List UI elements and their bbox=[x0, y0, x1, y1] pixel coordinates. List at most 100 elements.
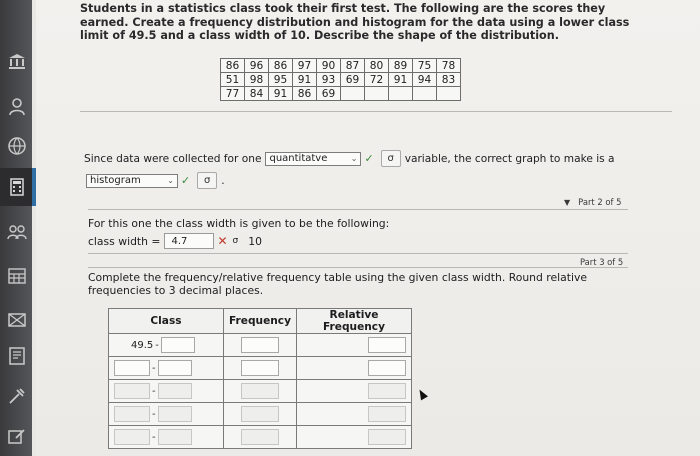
graph-type-row: histogram ⌄ ✓ σ . bbox=[86, 172, 225, 189]
table-row: 49.5 - bbox=[108, 333, 412, 357]
scores-row: 51 98 95 91 93 69 72 91 94 83 bbox=[220, 72, 461, 87]
part1-sentence: Since data were collected for one quanti… bbox=[84, 150, 615, 167]
part1-text-after: variable, the correct graph to make is a bbox=[404, 152, 615, 165]
frequency-input[interactable] bbox=[241, 406, 279, 422]
class-width-row: class width = 4.7 ✕ σ 10 bbox=[88, 233, 262, 249]
scores-row: 86 96 86 97 90 87 80 89 75 78 bbox=[220, 58, 461, 73]
check-icon: ✓ bbox=[364, 152, 374, 165]
score-cell: 94 bbox=[412, 72, 437, 87]
frequency-table: Class Frequency Relative Frequency 49.5 … bbox=[108, 308, 412, 449]
tools-icon[interactable] bbox=[6, 385, 28, 407]
frequency-input[interactable] bbox=[241, 429, 279, 445]
frequency-input[interactable] bbox=[241, 337, 279, 353]
part2-label[interactable]: ▼ Part 2 of 5 bbox=[564, 197, 621, 207]
score-cell: 72 bbox=[364, 72, 389, 87]
correct-answer: 10 bbox=[248, 234, 263, 248]
class-header: Class bbox=[108, 308, 224, 334]
relative-frequency-input[interactable] bbox=[368, 383, 406, 399]
relative-frequency-input[interactable] bbox=[368, 429, 406, 445]
scores-table: 86 96 86 97 90 87 80 89 75 78 51 98 95 91 93 69 72 91 94 83… bbox=[220, 58, 461, 101]
group-icon[interactable] bbox=[6, 222, 28, 244]
score-cell: 51 bbox=[220, 72, 245, 87]
grid-icon[interactable] bbox=[6, 265, 28, 287]
class-dash: - bbox=[155, 339, 159, 351]
calculator-icon[interactable] bbox=[6, 176, 28, 198]
score-cell: 80 bbox=[364, 58, 389, 73]
score-cell: 86 bbox=[292, 86, 317, 101]
mail-icon[interactable] bbox=[6, 309, 28, 331]
class-width-value: 4.7 bbox=[171, 235, 188, 247]
score-cell: 98 bbox=[244, 72, 269, 87]
part2-prompt: For this one the class width is given to… bbox=[88, 217, 390, 230]
period: . bbox=[221, 174, 225, 187]
score-cell bbox=[436, 86, 461, 101]
class-upper-input[interactable] bbox=[160, 337, 195, 353]
class-upper-input[interactable] bbox=[157, 429, 192, 445]
chevron-down-icon: ⌄ bbox=[167, 176, 174, 185]
variable-type-value: quantitatve bbox=[269, 153, 328, 164]
part1-text-before: Since data were collected for one bbox=[84, 152, 262, 165]
frequency-input[interactable] bbox=[241, 360, 279, 376]
score-cell: 84 bbox=[244, 86, 269, 101]
score-cell: 90 bbox=[316, 58, 341, 73]
score-cell: 69 bbox=[340, 72, 365, 87]
table-row: - bbox=[108, 425, 412, 449]
variable-type-select[interactable]: quantitatve ⌄ bbox=[265, 151, 362, 166]
incorrect-x-icon: ✕ bbox=[217, 234, 228, 248]
sigma-button[interactable]: σ bbox=[197, 172, 218, 189]
score-cell: 77 bbox=[220, 86, 245, 101]
class-upper-input[interactable] bbox=[157, 406, 192, 422]
class-lower-input[interactable] bbox=[114, 406, 150, 422]
score-cell bbox=[388, 86, 413, 101]
class-dash: - bbox=[152, 408, 156, 420]
score-cell: 91 bbox=[388, 72, 413, 87]
relative-frequency-input[interactable] bbox=[368, 406, 406, 422]
class-lower-input[interactable] bbox=[114, 360, 150, 376]
class-lower-input[interactable] bbox=[114, 429, 150, 445]
frequency-input[interactable] bbox=[241, 383, 279, 399]
class-dash: - bbox=[152, 362, 156, 374]
check-icon: ✓ bbox=[181, 174, 191, 187]
globe-icon[interactable] bbox=[6, 135, 28, 157]
score-cell: 95 bbox=[268, 72, 293, 87]
part3-label: Part 3 of 5 bbox=[580, 257, 624, 267]
relative-frequency-header: Relative Frequency bbox=[296, 308, 412, 334]
divider bbox=[88, 209, 628, 210]
score-cell: 93 bbox=[316, 72, 341, 87]
score-cell: 75 bbox=[412, 58, 437, 73]
relative-frequency-input[interactable] bbox=[368, 337, 406, 353]
table-row: - bbox=[108, 402, 412, 426]
frequency-header: Frequency bbox=[223, 308, 297, 334]
relative-frequency-input[interactable] bbox=[368, 360, 406, 376]
score-cell bbox=[364, 86, 389, 101]
score-cell: 97 bbox=[292, 58, 317, 73]
collapse-triangle-icon: ▼ bbox=[564, 198, 571, 207]
sigma-icon: σ bbox=[232, 236, 239, 246]
score-cell bbox=[340, 86, 365, 101]
class-upper-input[interactable] bbox=[157, 383, 192, 399]
part2-label-text: Part 2 of 5 bbox=[578, 197, 622, 207]
score-cell bbox=[412, 86, 437, 101]
left-sidebar bbox=[0, 0, 36, 456]
edit-icon[interactable] bbox=[6, 425, 28, 447]
score-cell: 86 bbox=[220, 58, 245, 73]
divider bbox=[88, 267, 628, 268]
score-cell: 78 bbox=[436, 58, 461, 73]
class-dash: - bbox=[152, 385, 156, 397]
divider bbox=[88, 253, 628, 254]
graph-type-value: histogram bbox=[90, 175, 141, 186]
bank-icon[interactable] bbox=[6, 50, 28, 72]
table-row: - bbox=[108, 356, 412, 380]
user-icon[interactable] bbox=[6, 96, 28, 118]
class-upper-input[interactable] bbox=[157, 360, 192, 376]
class-width-input[interactable]: 4.7 bbox=[164, 233, 215, 249]
graph-type-select[interactable]: histogram ⌄ bbox=[86, 173, 178, 188]
score-cell: 91 bbox=[292, 72, 317, 87]
class-lower-input[interactable] bbox=[114, 383, 150, 399]
book-icon[interactable] bbox=[6, 345, 28, 367]
table-row: - bbox=[108, 379, 412, 403]
part3-prompt: Complete the frequency/relative frequenc… bbox=[88, 271, 588, 297]
sigma-button[interactable]: σ bbox=[380, 150, 401, 167]
first-class-lower: 49.5 bbox=[131, 339, 154, 351]
class-width-label: class width = bbox=[88, 234, 161, 248]
